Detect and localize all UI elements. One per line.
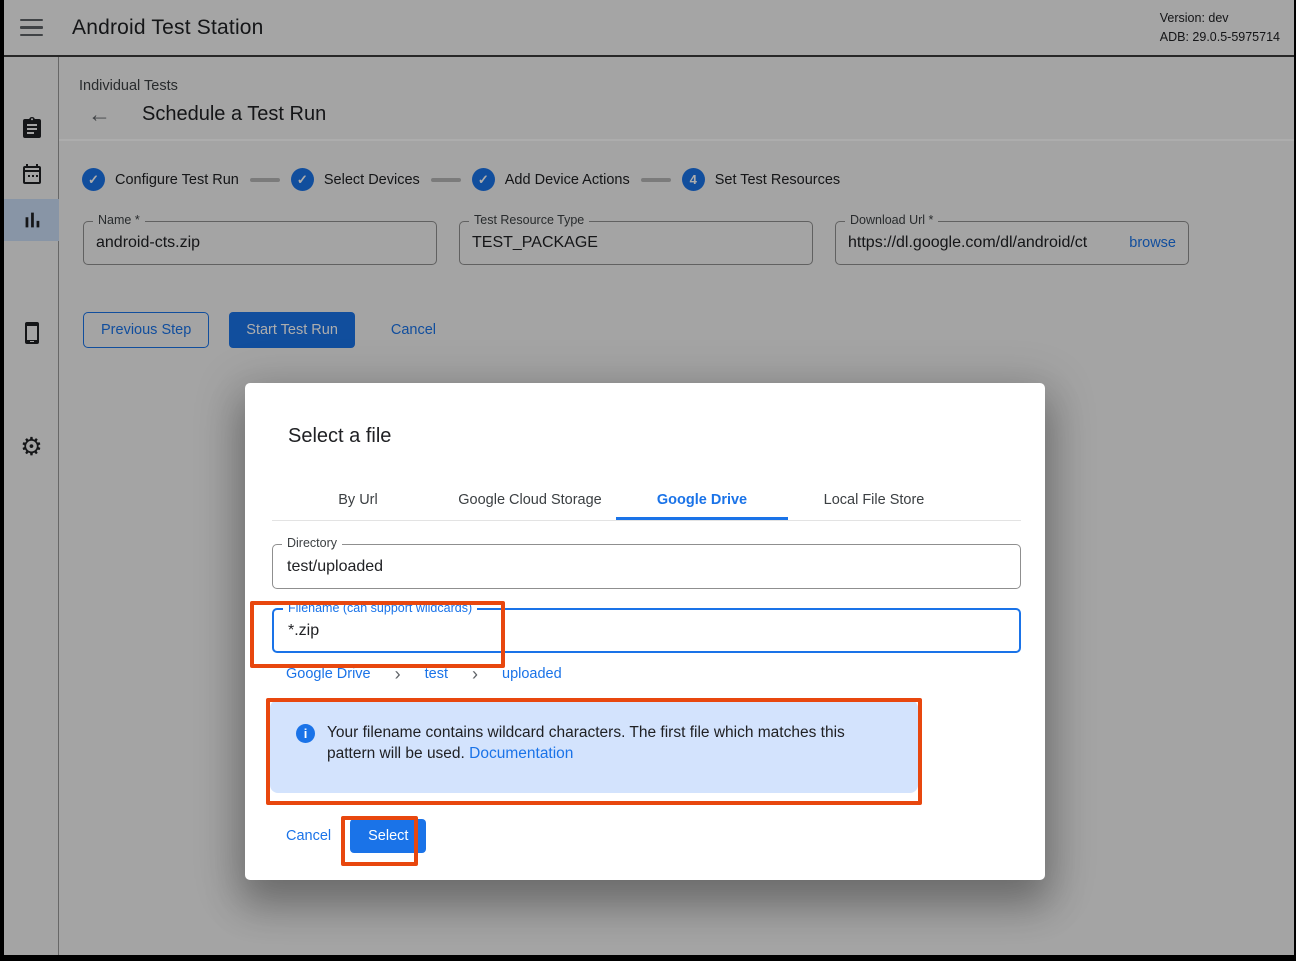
documentation-link[interactable]: Documentation	[469, 745, 573, 762]
info-icon: i	[296, 724, 315, 743]
breadcrumb-google-drive[interactable]: Google Drive	[286, 666, 371, 682]
drive-breadcrumb: Google Drive › test › uploaded	[286, 665, 1045, 683]
dialog-actions: Cancel Select	[286, 819, 1045, 853]
tab-google-drive[interactable]: Google Drive	[616, 478, 788, 520]
dialog-title: Select a file	[288, 425, 1045, 448]
dialog-cancel-button[interactable]: Cancel	[286, 828, 331, 844]
directory-field[interactable]: Directory test/uploaded	[272, 544, 1021, 589]
dialog-tabs: By Url Google Cloud Storage Google Drive…	[272, 478, 1021, 521]
filename-field[interactable]: Filename (can support wildcards) *.zip	[272, 608, 1021, 653]
dialog-select-button[interactable]: Select	[350, 819, 426, 853]
chevron-right-icon: ›	[395, 665, 401, 683]
tab-google-cloud-storage[interactable]: Google Cloud Storage	[444, 478, 616, 520]
chevron-right-icon: ›	[472, 665, 478, 683]
tab-local-file-store[interactable]: Local File Store	[788, 478, 960, 520]
tab-by-url[interactable]: By Url	[272, 478, 444, 520]
breadcrumb-uploaded[interactable]: uploaded	[502, 666, 562, 682]
breadcrumb-test[interactable]: test	[425, 666, 448, 682]
wildcard-info-alert: i Your filename contains wildcard charac…	[270, 700, 918, 793]
select-file-dialog: Select a file By Url Google Cloud Storag…	[245, 383, 1045, 880]
alert-message: Your filename contains wildcard characte…	[327, 722, 894, 793]
